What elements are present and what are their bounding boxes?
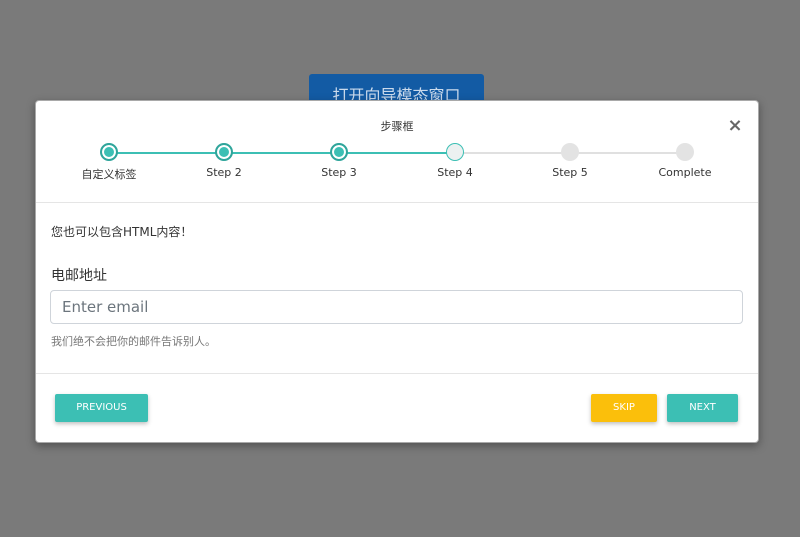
step-label: Step 4: [437, 166, 473, 179]
step-2[interactable]: Step 2: [174, 143, 274, 179]
intro-text: 您也可以包含HTML内容！: [51, 225, 193, 239]
email-label: 电邮地址: [51, 268, 107, 284]
next-button[interactable]: NEXT: [667, 394, 738, 422]
step-done-icon: [330, 143, 348, 161]
step-label: Step 5: [552, 166, 588, 179]
stepper: 自定义标签 Step 2 Step 3 Step 4 Step 5 Comple…: [36, 143, 758, 189]
step-pending-icon: [561, 143, 579, 161]
modal-footer: PREVIOUS SKIP NEXT: [36, 373, 758, 443]
email-help-text: 我们绝不会把你的邮件告诉别人。: [51, 335, 216, 348]
step-3[interactable]: Step 3: [289, 143, 389, 179]
previous-button[interactable]: PREVIOUS: [55, 394, 148, 422]
modal-title: 步骤框: [380, 120, 414, 133]
step-current-icon: [446, 143, 464, 161]
skip-button[interactable]: SKIP: [591, 394, 657, 422]
step-4[interactable]: Step 4: [405, 143, 505, 179]
step-done-icon: [215, 143, 233, 161]
step-pending-icon: [676, 143, 694, 161]
step-label: Step 3: [321, 166, 357, 179]
step-complete[interactable]: Complete: [635, 143, 735, 179]
modal-body: 您也可以包含HTML内容！ 电邮地址 我们绝不会把你的邮件告诉别人。: [36, 203, 758, 373]
wizard-modal: 步骤框 × 自定义标签 Step 2 Step 3 Step 4 Step 5 …: [35, 100, 759, 443]
close-icon[interactable]: ×: [726, 117, 744, 135]
step-1[interactable]: 自定义标签: [59, 143, 159, 182]
step-label: Step 2: [206, 166, 242, 179]
step-done-icon: [100, 143, 118, 161]
modal-header: 步骤框 × 自定义标签 Step 2 Step 3 Step 4 Step 5 …: [36, 101, 758, 203]
step-label: Complete: [658, 166, 712, 179]
email-input[interactable]: [50, 290, 743, 324]
step-5[interactable]: Step 5: [520, 143, 620, 179]
step-label: 自定义标签: [81, 168, 137, 181]
